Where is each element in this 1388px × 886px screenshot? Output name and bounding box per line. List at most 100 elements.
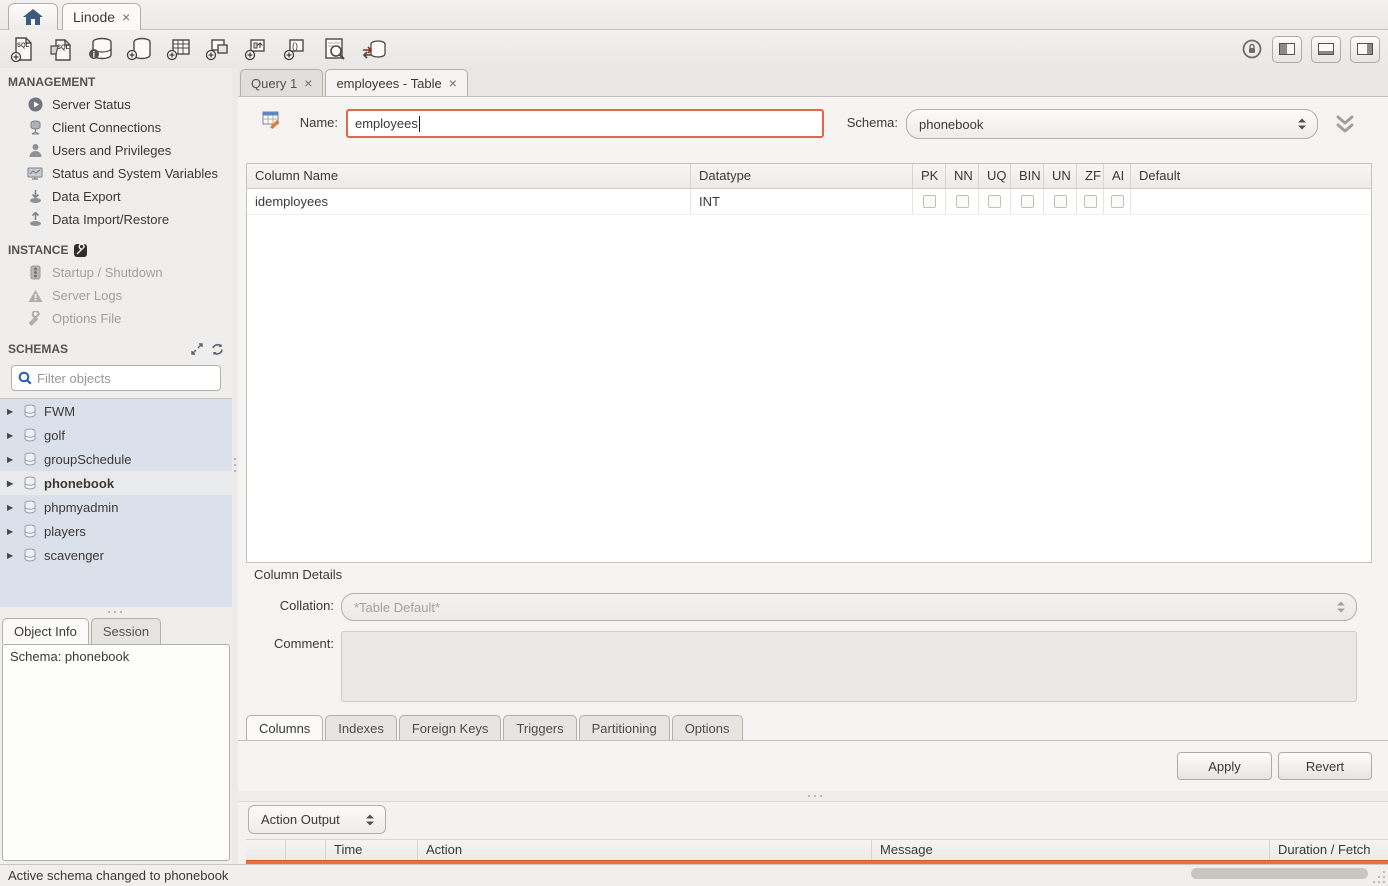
sync-database-button[interactable] — [359, 34, 389, 64]
uq-cell[interactable] — [979, 189, 1011, 215]
output-selector[interactable]: Action Output — [248, 805, 386, 834]
resize-grip[interactable] — [1383, 881, 1385, 883]
expand-schemas-icon[interactable] — [191, 343, 203, 355]
column-header[interactable]: Column Name — [247, 164, 691, 188]
comment-textarea[interactable] — [341, 631, 1357, 702]
nn-checkbox[interactable] — [956, 195, 969, 208]
column-header[interactable]: UN — [1044, 164, 1077, 188]
schema-item-players[interactable]: ▶ players — [0, 519, 232, 543]
sidebar-item-client-connections[interactable]: Client Connections — [0, 116, 232, 139]
toggle-bottom-panel-button[interactable] — [1311, 36, 1341, 63]
tab-employees-table[interactable]: employees - Table × — [325, 69, 467, 96]
bin-checkbox[interactable] — [1021, 195, 1034, 208]
column-row-idemployees[interactable]: idemployees INT — [247, 189, 1371, 215]
create-schema-button[interactable] — [125, 34, 155, 64]
collation-select[interactable]: *Table Default* — [341, 593, 1357, 621]
sidebar-horizontal-splitter[interactable] — [0, 607, 232, 617]
datatype-cell[interactable]: INT — [691, 189, 913, 215]
expander-icon[interactable]: ▶ — [7, 407, 16, 416]
pk-cell[interactable] — [913, 189, 946, 215]
output-header[interactable]: Duration / Fetch — [1270, 840, 1388, 860]
expander-icon[interactable]: ▶ — [7, 431, 16, 440]
schema-item-phonebook[interactable]: ▶ phonebook — [0, 471, 232, 495]
output-header[interactable]: Action — [418, 840, 872, 860]
nn-cell[interactable] — [946, 189, 979, 215]
pk-checkbox[interactable] — [923, 195, 936, 208]
column-header[interactable]: PK — [913, 164, 946, 188]
tab-query-1[interactable]: Query 1 × — [240, 69, 323, 96]
output-horizontal-splitter[interactable] — [238, 791, 1388, 801]
expander-icon[interactable]: ▶ — [7, 551, 16, 560]
sidebar-item-options-file[interactable]: Options File — [0, 307, 232, 330]
sidebar-item-server-status[interactable]: Server Status — [0, 93, 232, 116]
bin-cell[interactable] — [1011, 189, 1044, 215]
output-header[interactable]: Message — [872, 840, 1270, 860]
column-header[interactable]: AI — [1104, 164, 1131, 188]
sidebar-item-data-import[interactable]: Data Import/Restore — [0, 208, 232, 231]
sidebar-item-startup-shutdown[interactable]: Startup / Shutdown — [0, 261, 232, 284]
toggle-left-sidebar-button[interactable] — [1272, 36, 1302, 63]
expander-icon[interactable]: ▶ — [7, 455, 16, 464]
filter-objects-input[interactable] — [37, 371, 214, 386]
schema-select[interactable]: phonebook — [906, 109, 1318, 139]
zf-checkbox[interactable] — [1084, 195, 1097, 208]
schema-item-scavenger[interactable]: ▶ scavenger — [0, 543, 232, 567]
uq-checkbox[interactable] — [988, 195, 1001, 208]
tab-options[interactable]: Options — [672, 715, 743, 741]
column-header[interactable]: Default — [1131, 164, 1371, 188]
default-cell[interactable] — [1131, 189, 1371, 215]
sidebar-item-data-export[interactable]: Data Export — [0, 185, 232, 208]
output-header[interactable] — [286, 840, 326, 860]
refresh-schemas-icon[interactable] — [211, 343, 224, 356]
un-cell[interactable] — [1044, 189, 1077, 215]
create-view-button[interactable] — [203, 34, 233, 64]
create-procedure-button[interactable] — [242, 34, 272, 64]
sidebar-item-users-privileges[interactable]: Users and Privileges — [0, 139, 232, 162]
horizontal-scrollbar-thumb[interactable] — [1191, 868, 1368, 879]
close-icon[interactable]: × — [122, 10, 130, 24]
column-header[interactable]: NN — [946, 164, 979, 188]
revert-button[interactable]: Revert — [1278, 752, 1372, 780]
close-icon[interactable]: × — [304, 76, 312, 90]
table-name-input[interactable]: employees — [346, 109, 824, 138]
schema-item-groupschedule[interactable]: ▶ groupSchedule — [0, 447, 232, 471]
expander-icon[interactable]: ▶ — [7, 527, 16, 536]
home-tab[interactable] — [8, 3, 58, 30]
column-name-cell[interactable]: idemployees — [247, 189, 691, 215]
expander-icon[interactable]: ▶ — [7, 479, 16, 488]
schema-item-golf[interactable]: ▶ golf — [0, 423, 232, 447]
un-checkbox[interactable] — [1054, 195, 1067, 208]
schema-item-fwm[interactable]: ▶ FWM — [0, 399, 232, 423]
tab-foreign-keys[interactable]: Foreign Keys — [399, 715, 502, 741]
new-sql-tab-button[interactable]: SQL — [8, 34, 38, 64]
column-header[interactable]: Datatype — [691, 164, 913, 188]
schema-inspector-button[interactable]: i — [86, 34, 116, 64]
ai-checkbox[interactable] — [1111, 195, 1124, 208]
create-table-button[interactable] — [164, 34, 194, 64]
column-header[interactable]: UQ — [979, 164, 1011, 188]
output-header[interactable]: Time — [326, 840, 418, 860]
tab-indexes[interactable]: Indexes — [325, 715, 397, 741]
close-icon[interactable]: × — [449, 76, 457, 90]
search-data-button[interactable] — [320, 34, 350, 64]
tab-columns[interactable]: Columns — [246, 715, 323, 741]
zf-cell[interactable] — [1077, 189, 1104, 215]
column-header[interactable]: BIN — [1011, 164, 1044, 188]
tab-session[interactable]: Session — [91, 618, 161, 644]
column-header[interactable]: ZF — [1077, 164, 1104, 188]
tab-triggers[interactable]: Triggers — [503, 715, 576, 741]
apply-button[interactable]: Apply — [1177, 752, 1272, 780]
output-header[interactable] — [246, 840, 286, 860]
connection-tab[interactable]: Linode × — [62, 3, 141, 30]
sidebar-item-status-variables[interactable]: Status and System Variables — [0, 162, 232, 185]
tab-object-info[interactable]: Object Info — [2, 618, 89, 644]
sidebar-item-server-logs[interactable]: Server Logs — [0, 284, 232, 307]
toggle-right-sidebar-button[interactable] — [1350, 36, 1380, 63]
ai-cell[interactable] — [1104, 189, 1131, 215]
expand-header-button[interactable] — [1330, 112, 1360, 138]
tab-partitioning[interactable]: Partitioning — [579, 715, 670, 741]
open-sql-script-button[interactable]: SQL — [47, 34, 77, 64]
expander-icon[interactable]: ▶ — [7, 503, 16, 512]
schema-item-phpmyadmin[interactable]: ▶ phpmyadmin — [0, 495, 232, 519]
create-function-button[interactable]: () — [281, 34, 311, 64]
